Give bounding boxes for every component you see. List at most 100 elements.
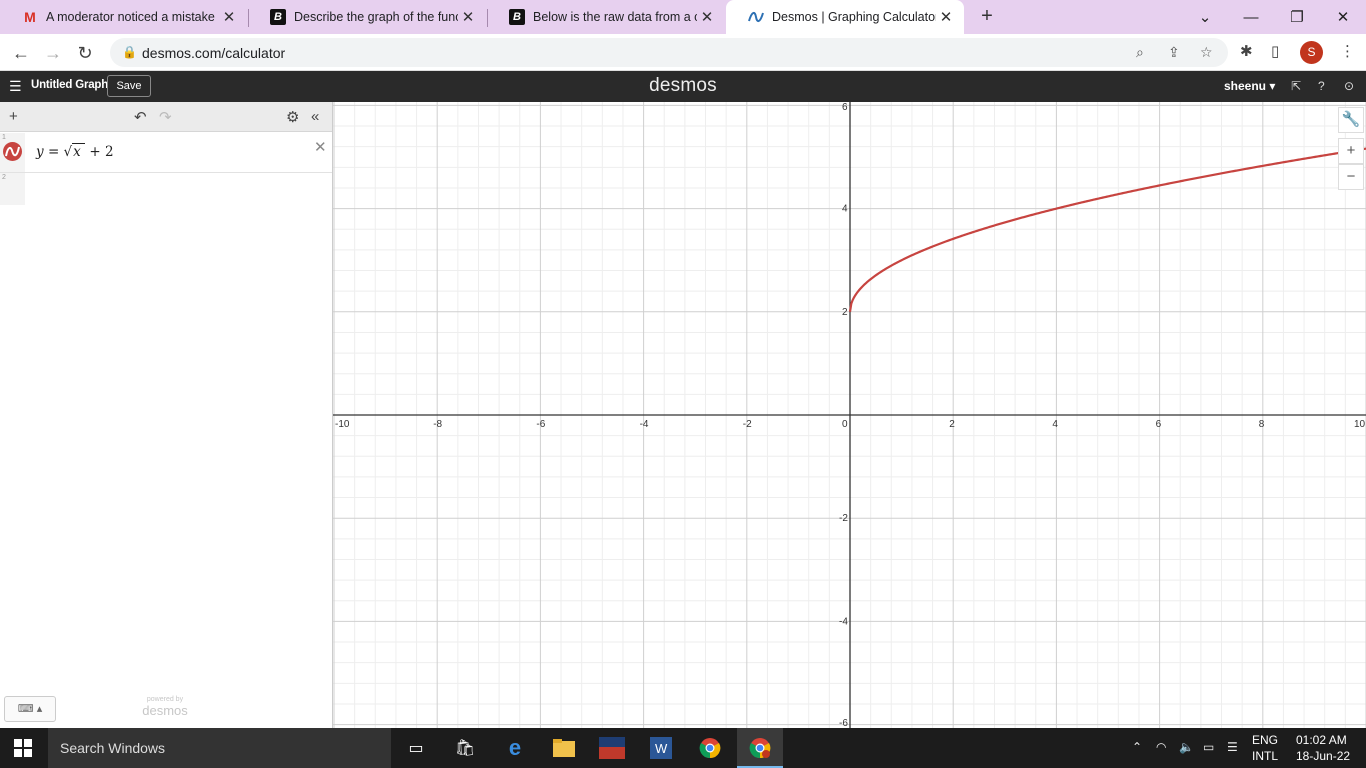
delete-expression-icon[interactable]: ✕ [314, 138, 327, 156]
graph-paper[interactable]: -10 -8 -6 -4 -2 0 2 4 6 8 10 6 4 2 -2 -4 -6 [333, 102, 1366, 729]
collapse-list-icon[interactable]: « [311, 108, 319, 125]
keyboard-toggle-button[interactable]: ⌨ ▴ [4, 696, 56, 722]
redo-icon[interactable]: ↷ [159, 108, 172, 126]
tab-search-icon[interactable]: ⌄ [1182, 0, 1228, 34]
zoom-in-button[interactable]: + [1338, 138, 1364, 164]
x-tick-label: -8 [433, 419, 442, 430]
help-icon[interactable]: ? [1318, 79, 1325, 93]
wrench-settings-icon[interactable]: 🔧 [1338, 107, 1364, 133]
word-icon[interactable]: W [647, 734, 675, 762]
graph-title[interactable]: Untitled Graph [31, 79, 108, 91]
share-graph-icon[interactable]: ⇱ [1291, 79, 1301, 93]
taskbar-search-box[interactable]: Search Windows [48, 728, 391, 768]
expression-index: 2 [2, 174, 6, 181]
network-icon[interactable]: ◠ [1156, 740, 1166, 754]
profile-avatar[interactable]: S [1300, 41, 1323, 64]
search-placeholder: Search Windows [60, 740, 166, 756]
y-tick-label: -4 [839, 616, 848, 627]
show-hidden-icons-chevron[interactable]: ⌃ [1132, 740, 1142, 754]
expression-row-empty[interactable]: 2 [0, 173, 332, 205]
close-tab-icon[interactable]: ✕ [936, 8, 956, 26]
store-icon[interactable]: 🛍 [451, 734, 479, 762]
task-view-icon[interactable]: ▭ [402, 734, 430, 762]
graph-color-icon[interactable] [3, 142, 22, 161]
restore-button[interactable]: ❐ [1274, 0, 1320, 34]
math-sqrt-sign: √ [63, 144, 73, 160]
zoom-out-button[interactable]: − [1338, 164, 1364, 190]
x-tick-label: 0 [842, 419, 848, 430]
hamburger-menu-icon[interactable]: ☰ [9, 78, 22, 95]
math-var-x: x [73, 144, 81, 160]
app-tile-icon[interactable] [598, 734, 626, 762]
input-language-indicator[interactable]: ENG INTL [1252, 732, 1278, 764]
x-tick-label: 8 [1259, 419, 1265, 430]
notification-icon[interactable]: ☰ [1227, 740, 1238, 754]
save-button[interactable]: Save [107, 75, 151, 97]
share-icon[interactable]: ⇪ [1168, 44, 1180, 61]
windows-start-icon[interactable] [14, 739, 32, 757]
close-tab-icon[interactable]: ✕ [219, 8, 239, 26]
edge-icon[interactable]: e [501, 734, 529, 762]
browser-tab-brainly-2[interactable]: B Below is the raw data from a cent ✕ [487, 0, 725, 34]
expression-list: + ↶ ↷ ⚙ « 1 y = √x + 2 ✕ 2 ⌨ ▴ powered b… [0, 102, 333, 728]
expression-gutter: 2 [0, 173, 25, 205]
expression-row[interactable]: 1 y = √x + 2 ✕ [0, 133, 332, 173]
volume-muted-icon[interactable]: 🔈 [1179, 740, 1194, 754]
close-window-button[interactable]: ✕ [1320, 0, 1366, 34]
desmos-icon [748, 9, 764, 25]
bookmark-star-icon[interactable]: ☆ [1200, 44, 1213, 61]
y-tick-label: -2 [839, 513, 848, 524]
lock-icon: 🔒 [122, 45, 137, 59]
math-plus-constant: + 2 [89, 144, 114, 160]
url-text: desmos.com/calculator [142, 45, 286, 61]
accessibility-icon[interactable]: ⊙ [1344, 79, 1354, 93]
x-tick-label: 2 [949, 419, 955, 430]
browser-tab-brainly-1[interactable]: B Describe the graph of the functio ✕ [248, 0, 486, 34]
chrome-profile-taskbar-button[interactable] [737, 728, 783, 768]
tab-title: Describe the graph of the functio [294, 10, 458, 24]
new-tab-button[interactable]: + [976, 6, 998, 28]
expression-index: 1 [2, 134, 6, 141]
keyboard-icon: ⌨ ▴ [17, 703, 43, 715]
zoom-icon[interactable]: ⌕ [1136, 44, 1144, 61]
y-tick-label: 6 [842, 102, 848, 113]
gear-icon[interactable]: ⚙ [286, 108, 299, 126]
browser-tab-desmos[interactable]: Desmos | Graphing Calculator ✕ [726, 0, 964, 34]
chrome-icon[interactable] [696, 734, 724, 762]
minimize-button[interactable]: — [1228, 0, 1274, 34]
kebab-menu-icon[interactable]: ⋮ [1340, 42, 1355, 60]
powered-by-desmos: powered by desmos [132, 696, 198, 718]
user-menu[interactable]: sheenu ▾ [1224, 79, 1275, 93]
expression-math[interactable]: y = √x + 2 [36, 143, 114, 160]
keyboard-layout: INTL [1252, 749, 1279, 763]
clock-date: 18-Jun-22 [1296, 749, 1351, 763]
battery-icon[interactable]: ▭ [1203, 740, 1214, 754]
x-tick-label: -4 [640, 419, 649, 430]
graph-canvas[interactable]: -10 -8 -6 -4 -2 0 2 4 6 8 10 6 4 2 -2 -4 -6 [333, 102, 1366, 729]
reload-icon[interactable]: ↻ [72, 40, 98, 66]
back-arrow-icon[interactable]: ← [8, 40, 34, 66]
desmos-logo: desmos [649, 75, 717, 96]
forward-arrow-icon[interactable]: → [40, 40, 66, 66]
powered-by-brand: desmos [142, 703, 188, 718]
file-explorer-icon[interactable] [550, 734, 578, 762]
close-tab-icon[interactable]: ✕ [697, 8, 717, 26]
extensions-puzzle-icon[interactable]: ✱ [1240, 42, 1253, 60]
address-bar[interactable]: 🔒 desmos.com/calculator ⌕ ⇪ ☆ [110, 38, 1228, 67]
x-tick-label: 10 [1354, 419, 1366, 430]
undo-icon[interactable]: ↶ [134, 108, 147, 126]
y-tick-label: 4 [842, 204, 848, 215]
add-item-icon[interactable]: + [9, 108, 18, 125]
y-tick-label: 2 [842, 307, 848, 318]
x-tick-label: 4 [1052, 419, 1058, 430]
browser-tab-gmail[interactable]: M A moderator noticed a mistake in ✕ [0, 0, 247, 34]
windows-taskbar: Search Windows ▭ 🛍 e W ⌃ ◠ 🔈 ▭ ☰ ENG INT… [0, 728, 1366, 768]
tab-title: Desmos | Graphing Calculator [772, 10, 936, 24]
x-tick-label: -10 [335, 419, 350, 430]
side-panel-icon[interactable]: ▯ [1271, 42, 1279, 60]
desmos-header: ☰ Untitled Graph Save desmos sheenu ▾ ⇱ … [0, 71, 1366, 102]
close-tab-icon[interactable]: ✕ [458, 8, 478, 26]
clock-time: 01:02 AM [1296, 733, 1347, 747]
graph-controls: 🔧 + − [1338, 107, 1364, 190]
system-clock[interactable]: 01:02 AM 18-Jun-22 [1296, 732, 1350, 764]
